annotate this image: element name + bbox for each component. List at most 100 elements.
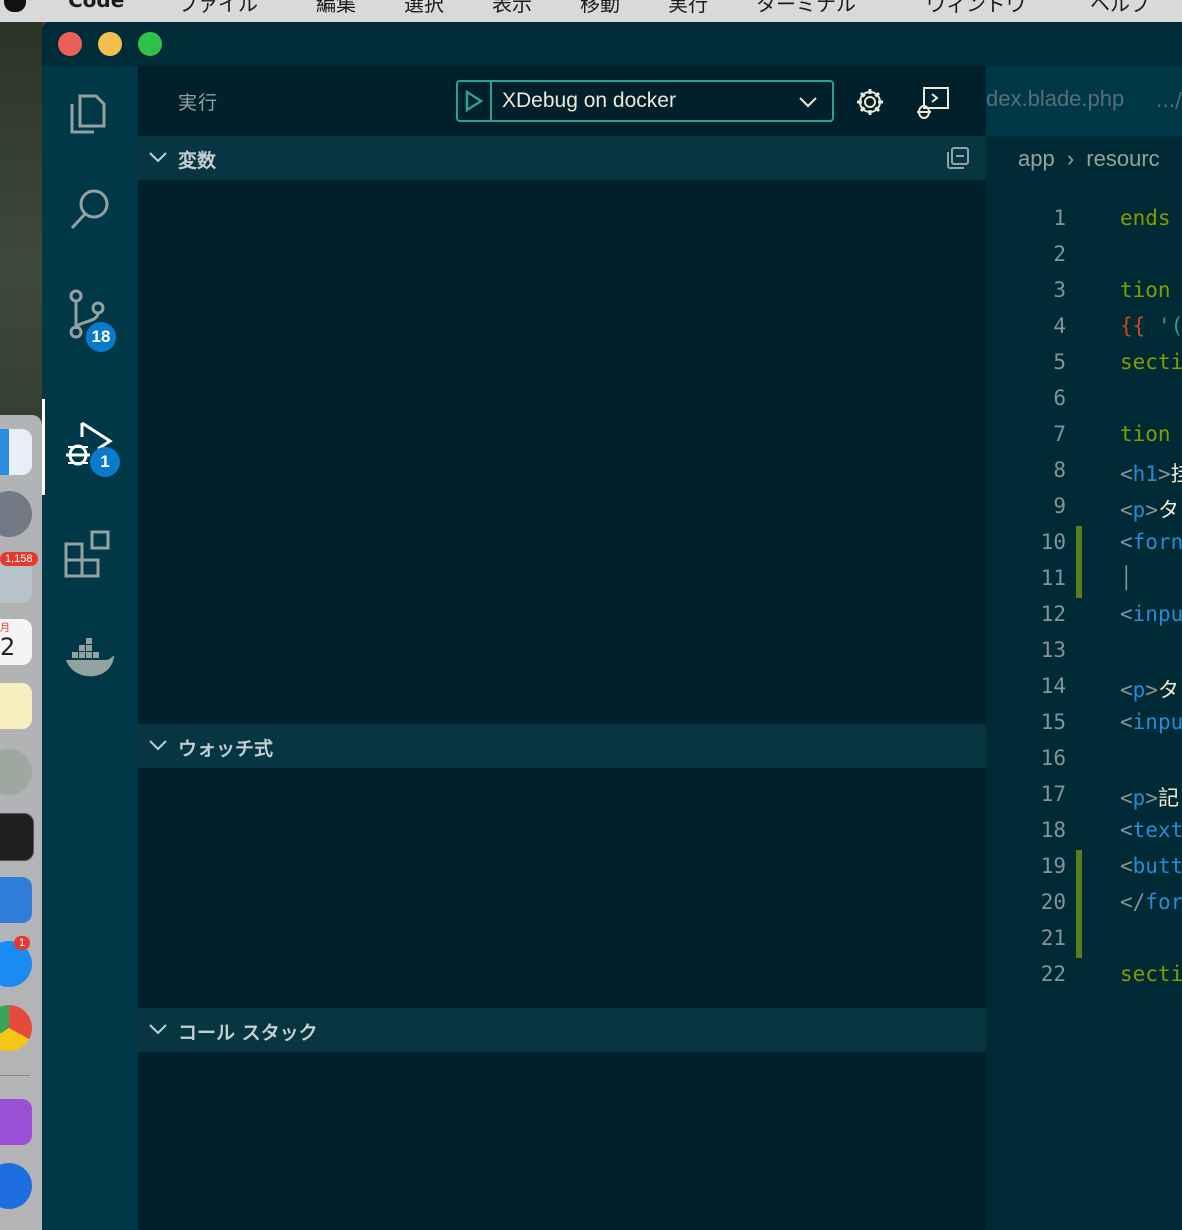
terminal-icon[interactable] [0,813,34,861]
debug-badge: 1 [90,447,120,477]
password-app-icon[interactable] [0,1163,32,1209]
code-line[interactable]: 3 tion [986,274,1182,310]
code-line[interactable]: 11 │ ( [986,562,1182,598]
code-line[interactable]: 4 {{ '( [986,310,1182,346]
menu-app-name[interactable]: Code [68,0,124,12]
code-token: < [1120,678,1133,702]
code-token: '( [1157,314,1182,338]
code-token: </ [1120,890,1146,914]
docker-icon [66,638,114,677]
activity-run-debug[interactable]: 1 [42,399,138,495]
code-token: secti [1120,350,1182,374]
menu-edit[interactable]: 編集 [316,0,356,17]
code-token: < [1120,530,1133,554]
code-line[interactable]: 20 </for [986,886,1182,922]
menu-window[interactable]: ウィンドウ [926,0,1026,17]
activity-source-control[interactable]: 18 [42,266,138,362]
code-token: < [1120,854,1133,878]
callstack-section-header[interactable]: コール スタック [138,1008,986,1052]
code-line[interactable]: 22 secti [986,958,1182,994]
code-line[interactable]: 17 <p>記 [986,778,1182,814]
code-token: < [1120,818,1133,842]
line-number: 5 [1053,350,1066,374]
debug-console-icon[interactable] [916,86,950,120]
code-line[interactable]: 19 <butt [986,850,1182,886]
code-text: {{ '( [1120,314,1182,338]
code-text: ends [1120,206,1171,230]
source-control-badge: 18 [86,322,116,352]
code-line[interactable]: 2 [986,238,1182,274]
code-line[interactable]: 1 ends [986,202,1182,238]
editor-tab[interactable]: dex.blade.php .../ [986,66,1182,136]
menu-select[interactable]: 選択 [404,0,444,17]
minimize-window-button[interactable] [98,32,122,56]
code-line[interactable]: 16 [986,742,1182,778]
preview-icon[interactable] [0,749,32,795]
callstack-panel [138,1052,986,1230]
code-line[interactable]: 14 <p>タ [986,670,1182,706]
chrome-icon[interactable] [0,1005,32,1051]
code-line[interactable]: 10 <forn [986,526,1182,562]
activity-search[interactable] [42,162,138,258]
code-line[interactable]: 5 secti [986,346,1182,382]
watch-section-header[interactable]: ウォッチ式 [138,724,986,768]
code-line[interactable]: 9 <p>タ [986,490,1182,526]
line-number: 14 [1040,674,1066,698]
variables-section-header[interactable]: 変数 [138,136,986,180]
zoom-window-button[interactable] [138,32,162,56]
debug-config-select[interactable]: XDebug on docker [456,80,834,122]
callstack-section-title: コール スタック [178,1022,318,1044]
code-line[interactable]: 21 [986,922,1182,958]
line-number: 9 [1053,494,1066,518]
sidebar-title: 実行 [178,92,219,114]
line-number: 10 [1040,530,1066,554]
vscode-icon[interactable] [0,877,32,923]
apple-menu-icon[interactable] [4,0,26,12]
code-line[interactable]: 7 tion [986,418,1182,454]
finder-icon[interactable] [0,429,32,475]
play-icon [465,89,484,113]
activity-extensions[interactable] [42,506,138,602]
code-token: < [1120,462,1133,486]
line-number: 17 [1040,782,1066,806]
onenote-icon[interactable] [0,1099,32,1145]
start-debugging-button[interactable] [458,82,492,120]
activity-explorer[interactable] [42,66,138,162]
line-number: 2 [1053,242,1066,266]
menu-terminal[interactable]: ターミナル [756,0,856,17]
launchpad-icon[interactable] [0,491,32,537]
macos-menubar: Code ファイル 編集 選択 表示 移動 実行 ターミナル ウィンドウ ヘルプ [0,0,1182,22]
collapse-all-icon[interactable] [946,146,970,170]
notes-icon[interactable] [0,683,32,729]
menu-go[interactable]: 移動 [580,0,620,17]
code-text: </for [1120,890,1182,914]
menu-run[interactable]: 実行 [668,0,708,17]
menu-file[interactable]: ファイル [178,0,258,17]
activity-docker[interactable] [42,612,138,708]
code-line[interactable]: 8 <h1>挂 [986,454,1182,490]
code-line[interactable]: 6 [986,382,1182,418]
menu-help[interactable]: ヘルプ [1090,0,1150,17]
debug-config-label: XDebug on docker [502,89,676,112]
code-text: tion [1120,278,1171,302]
code-text: <butt [1120,854,1182,878]
gear-icon[interactable] [854,86,886,118]
calendar-day: 2 [0,633,16,661]
code-token: 記 [1157,786,1179,810]
gutter-modified-marker [1076,526,1082,562]
code-token: secti [1120,962,1182,986]
menu-view[interactable]: 表示 [492,0,532,17]
breadcrumb-item[interactable]: app [1018,146,1055,171]
code-line[interactable]: 15 <inpu [986,706,1182,742]
line-number: 16 [1040,746,1066,770]
close-window-button[interactable] [58,32,82,56]
chevron-down-icon [799,97,817,108]
breadcrumb-item[interactable]: resourc [1086,146,1159,171]
calendar-icon[interactable]: 月 2 [0,619,32,665]
code-line[interactable]: 18 <text [986,814,1182,850]
code-line[interactable]: 13 [986,634,1182,670]
code-line[interactable]: 12 <inpu [986,598,1182,634]
code-token: < [1120,602,1133,626]
mail-badge: 1,158 [0,552,38,566]
code-text: <forn [1120,530,1182,554]
